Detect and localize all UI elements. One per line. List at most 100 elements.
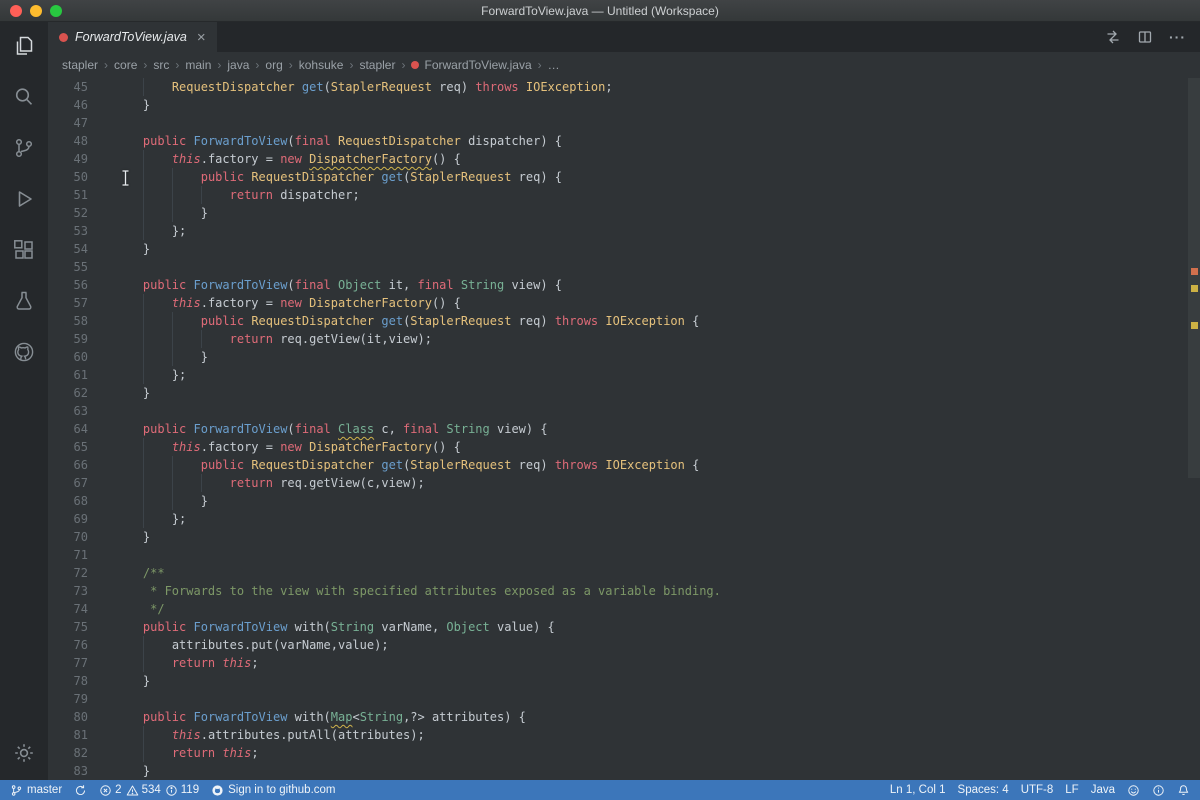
zoom-window-button[interactable] xyxy=(50,5,62,17)
code-line[interactable]: 74 */ xyxy=(48,600,1186,618)
run-debug-icon[interactable] xyxy=(12,187,36,211)
breadcrumb-item[interactable]: java xyxy=(227,58,249,72)
code-line[interactable]: 55 xyxy=(48,258,1186,276)
open-changes-icon[interactable] xyxy=(1105,29,1121,45)
line-number[interactable]: 49 xyxy=(48,150,88,168)
search-icon[interactable] xyxy=(12,85,36,109)
code-line[interactable]: 52 } xyxy=(48,204,1186,222)
code-line[interactable]: 65 this.factory = new DispatcherFactory(… xyxy=(48,438,1186,456)
line-number[interactable]: 50 xyxy=(48,168,88,186)
line-number[interactable]: 60 xyxy=(48,348,88,366)
line-number[interactable]: 46 xyxy=(48,96,88,114)
line-number[interactable]: 70 xyxy=(48,528,88,546)
line-number[interactable]: 67 xyxy=(48,474,88,492)
extensions-icon[interactable] xyxy=(12,238,36,262)
code-line[interactable]: 79 xyxy=(48,690,1186,708)
line-number[interactable]: 59 xyxy=(48,330,88,348)
code-line[interactable]: 61 }; xyxy=(48,366,1186,384)
code-line[interactable]: 68 } xyxy=(48,492,1186,510)
line-number[interactable]: 66 xyxy=(48,456,88,474)
code-line[interactable]: 45 RequestDispatcher get(StaplerRequest … xyxy=(48,78,1186,96)
code-line[interactable]: 48 public ForwardToView(final RequestDis… xyxy=(48,132,1186,150)
line-number[interactable]: 76 xyxy=(48,636,88,654)
line-number[interactable]: 65 xyxy=(48,438,88,456)
code-line[interactable]: 56 public ForwardToView(final Object it,… xyxy=(48,276,1186,294)
code-line[interactable]: 67 return req.getView(c,view); xyxy=(48,474,1186,492)
line-number[interactable]: 61 xyxy=(48,366,88,384)
line-number[interactable]: 83 xyxy=(48,762,88,780)
breadcrumb-item[interactable]: kohsuke xyxy=(299,58,344,72)
encoding-setting[interactable]: UTF-8 xyxy=(1021,784,1054,796)
line-number[interactable]: 81 xyxy=(48,726,88,744)
settings-gear-icon[interactable] xyxy=(12,741,36,765)
github-icon[interactable] xyxy=(12,340,36,364)
line-number[interactable]: 64 xyxy=(48,420,88,438)
line-number[interactable]: 73 xyxy=(48,582,88,600)
code-line[interactable]: 47 xyxy=(48,114,1186,132)
code-line[interactable]: 66 public RequestDispatcher get(StaplerR… xyxy=(48,456,1186,474)
code-line[interactable]: 69 }; xyxy=(48,510,1186,528)
line-number[interactable]: 79 xyxy=(48,690,88,708)
code-line[interactable]: 63 xyxy=(48,402,1186,420)
breadcrumb-item[interactable]: main xyxy=(185,58,211,72)
line-number[interactable]: 62 xyxy=(48,384,88,402)
minimize-window-button[interactable] xyxy=(30,5,42,17)
split-editor-icon[interactable] xyxy=(1137,29,1153,45)
editor[interactable]: 45 RequestDispatcher get(StaplerRequest … xyxy=(48,78,1200,780)
breadcrumb-item[interactable]: ForwardToView.java xyxy=(411,58,531,72)
code-line[interactable]: 76 attributes.put(varName,value); xyxy=(48,636,1186,654)
line-number[interactable]: 75 xyxy=(48,618,88,636)
eol-setting[interactable]: LF xyxy=(1065,784,1078,796)
source-control-icon[interactable] xyxy=(12,136,36,160)
github-signin-button[interactable]: Sign in to github.com xyxy=(211,784,335,797)
branch-status[interactable]: master xyxy=(10,784,62,797)
feedback-smiley-icon[interactable] xyxy=(1127,784,1140,797)
cursor-position[interactable]: Ln 1, Col 1 xyxy=(890,784,946,796)
more-actions-icon[interactable]: ··· xyxy=(1169,29,1186,45)
code-line[interactable]: 57 this.factory = new DispatcherFactory(… xyxy=(48,294,1186,312)
code-line[interactable]: 73 * Forwards to the view with specified… xyxy=(48,582,1186,600)
code-line[interactable]: 78 } xyxy=(48,672,1186,690)
code-line[interactable]: 80 public ForwardToView with(Map<String,… xyxy=(48,708,1186,726)
code-line[interactable]: 60 } xyxy=(48,348,1186,366)
tab-forwardtoview[interactable]: ForwardToView.java × xyxy=(48,22,218,52)
line-number[interactable]: 74 xyxy=(48,600,88,618)
notifications-bell-icon[interactable] xyxy=(1177,784,1190,797)
line-number[interactable]: 56 xyxy=(48,276,88,294)
close-tab-icon[interactable]: × xyxy=(197,30,206,45)
line-number[interactable]: 47 xyxy=(48,114,88,132)
line-number[interactable]: 51 xyxy=(48,186,88,204)
remote-info-icon[interactable] xyxy=(1152,784,1165,797)
line-number[interactable]: 54 xyxy=(48,240,88,258)
language-mode[interactable]: Java xyxy=(1091,784,1115,796)
sync-button[interactable] xyxy=(74,784,87,797)
breadcrumb-item[interactable]: stapler xyxy=(359,58,395,72)
line-number[interactable]: 57 xyxy=(48,294,88,312)
line-number[interactable]: 52 xyxy=(48,204,88,222)
code-line[interactable]: 58 public RequestDispatcher get(StaplerR… xyxy=(48,312,1186,330)
line-number[interactable]: 72 xyxy=(48,564,88,582)
indentation-setting[interactable]: Spaces: 4 xyxy=(958,784,1009,796)
line-number[interactable]: 69 xyxy=(48,510,88,528)
code-line[interactable]: 83 } xyxy=(48,762,1186,780)
line-number[interactable]: 53 xyxy=(48,222,88,240)
line-number[interactable]: 45 xyxy=(48,78,88,96)
code-line[interactable]: 72 /** xyxy=(48,564,1186,582)
breadcrumb-item[interactable]: core xyxy=(114,58,137,72)
code-line[interactable]: 75 public ForwardToView with(String varN… xyxy=(48,618,1186,636)
line-number[interactable]: 78 xyxy=(48,672,88,690)
code-line[interactable]: 71 xyxy=(48,546,1186,564)
breadcrumb-item[interactable]: … xyxy=(548,58,560,72)
code-line[interactable]: 77 return this; xyxy=(48,654,1186,672)
explorer-icon[interactable] xyxy=(12,34,36,58)
testing-beaker-icon[interactable] xyxy=(12,289,36,313)
code-line[interactable]: 54 } xyxy=(48,240,1186,258)
code-line[interactable]: 49 this.factory = new DispatcherFactory(… xyxy=(48,150,1186,168)
line-number[interactable]: 80 xyxy=(48,708,88,726)
close-window-button[interactable] xyxy=(10,5,22,17)
breadcrumb-item[interactable]: org xyxy=(265,58,282,72)
code-area[interactable]: 45 RequestDispatcher get(StaplerRequest … xyxy=(48,78,1186,780)
line-number[interactable]: 77 xyxy=(48,654,88,672)
line-number[interactable]: 48 xyxy=(48,132,88,150)
code-line[interactable]: 82 return this; xyxy=(48,744,1186,762)
